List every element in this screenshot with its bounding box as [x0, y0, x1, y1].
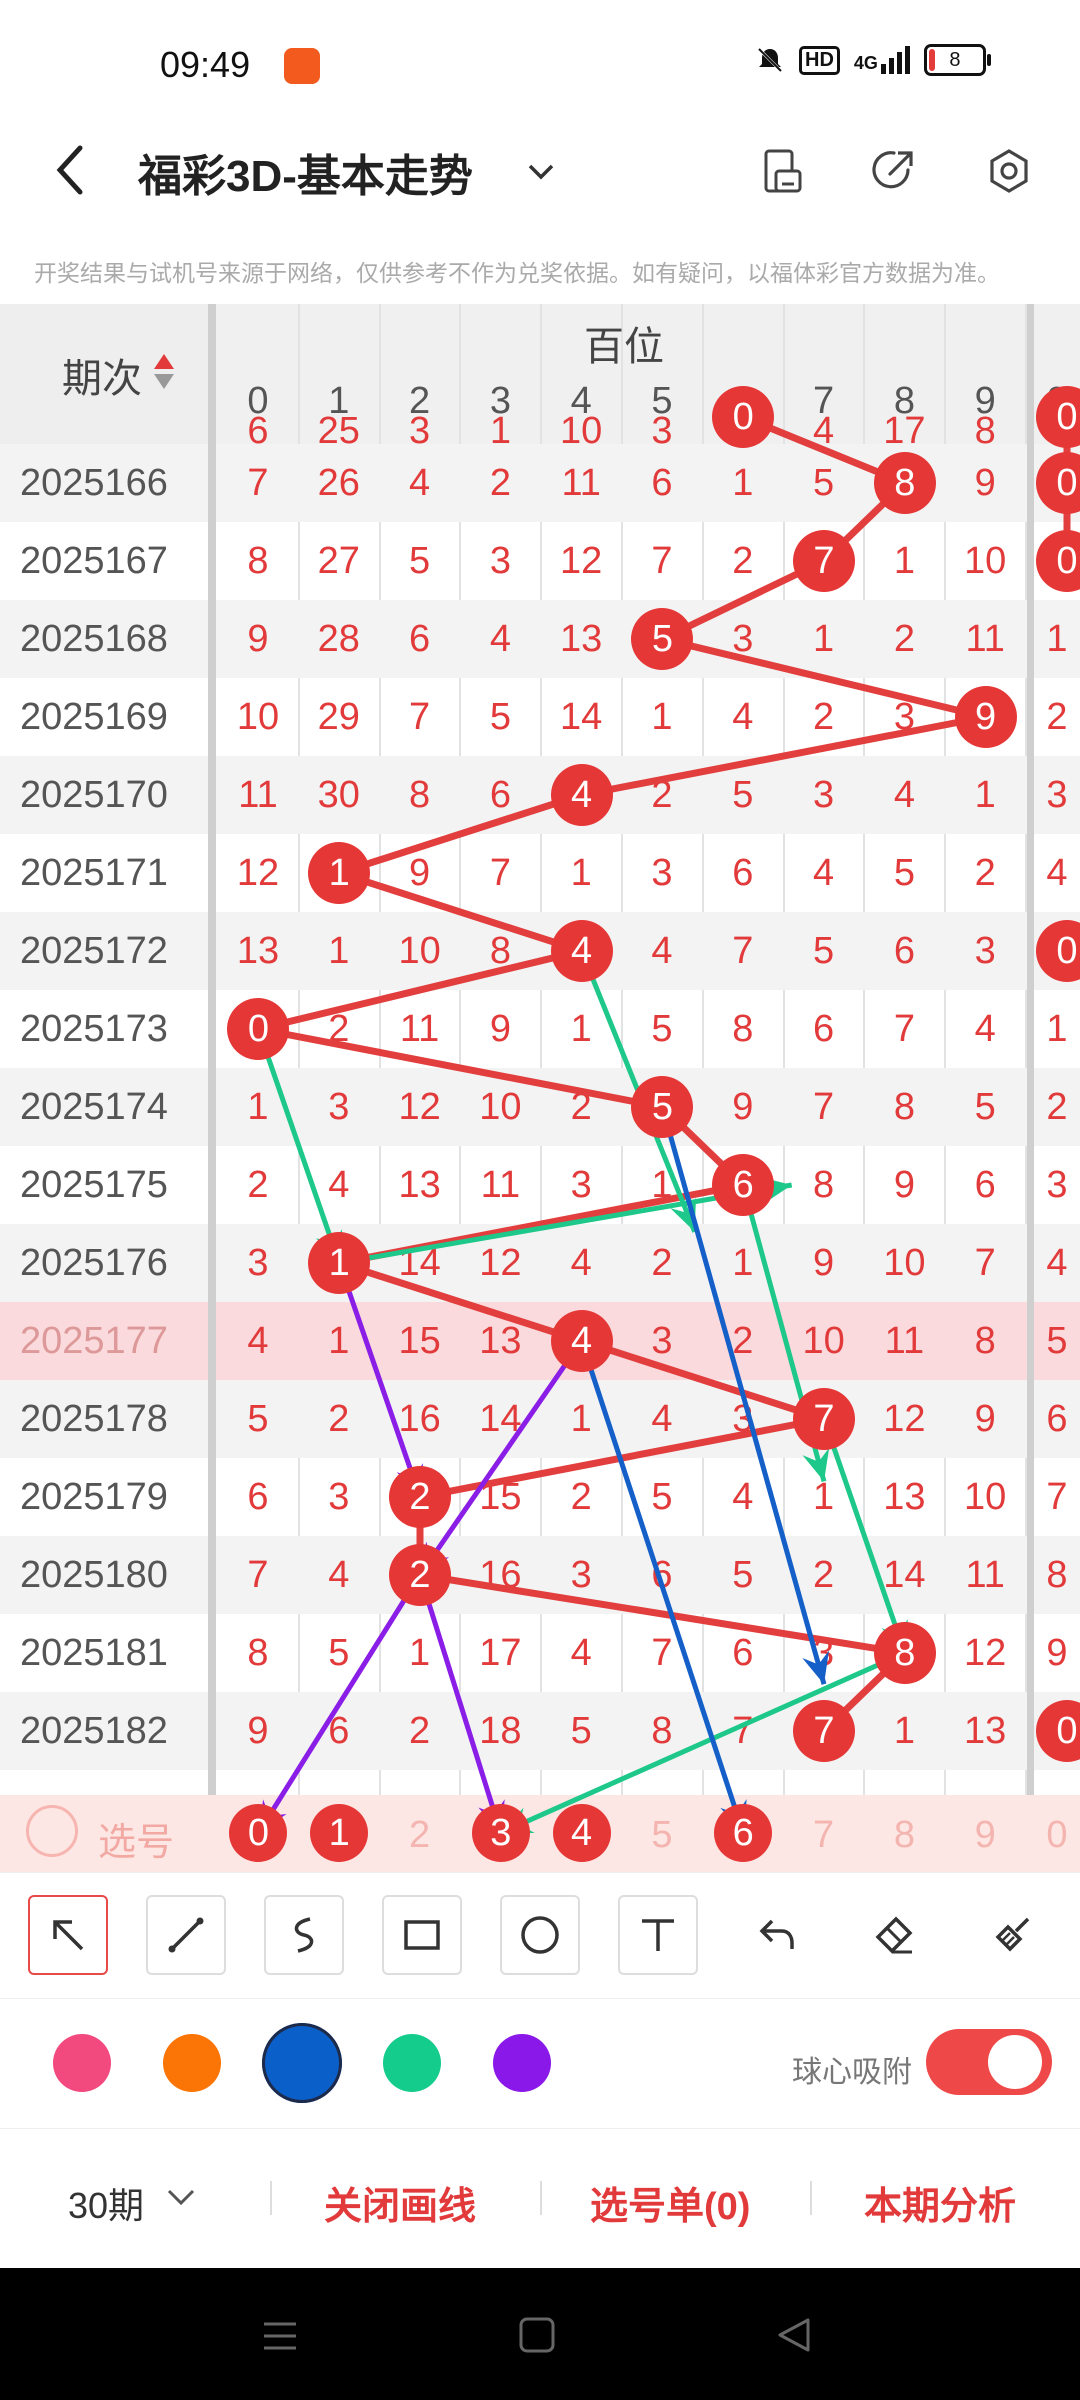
battery-icon: 8: [923, 44, 991, 76]
color-palette-bar: 球心吸附: [0, 1998, 1080, 2129]
eraser-button[interactable]: [854, 1895, 934, 1975]
back-arrow-icon[interactable]: [50, 140, 90, 200]
winning-ball: 2: [389, 1466, 451, 1528]
mute-bell-icon: [757, 47, 783, 73]
winning-ball: 6: [712, 1154, 775, 1216]
winning-ball: 4: [550, 920, 613, 982]
back-triangle-icon[interactable]: [774, 2316, 812, 2354]
disclaimer-text: 开奖结果与试机号来源于网络，仅供参考不作为兑奖依据。如有疑问，以福体彩官方数据为…: [34, 260, 1000, 286]
trend-polyline: [257, 413, 987, 1734]
rectangle-tool[interactable]: [382, 1895, 462, 1975]
winning-ball: 5: [631, 608, 694, 670]
divider: [270, 2181, 272, 2215]
winning-ball: 0: [712, 386, 775, 448]
winning-ball: 2: [389, 1544, 451, 1606]
curve-icon: [294, 1917, 314, 1953]
drawn-arrow[interactable]: [336, 1262, 423, 1498]
drawn-arrow[interactable]: [417, 1574, 505, 1834]
broom-icon: [995, 1917, 1030, 1952]
hd-icon: HD: [799, 45, 840, 75]
pointer-tool[interactable]: [28, 1895, 108, 1975]
drawn-arrow[interactable]: [256, 1573, 423, 1835]
period-analysis-button[interactable]: 本期分析: [864, 2175, 1016, 2230]
text-icon: [642, 1919, 674, 1951]
network-type: 4G: [853, 53, 878, 73]
text-tool[interactable]: [618, 1895, 698, 1975]
share-icon[interactable]: [870, 148, 916, 194]
line-icon: [168, 1917, 204, 1953]
menu-icon[interactable]: [262, 2318, 298, 2354]
winning-ball: 5: [631, 1076, 694, 1138]
chevron-down-icon[interactable]: [526, 156, 556, 186]
winning-ball: 8: [873, 1622, 936, 1684]
curve-tool[interactable]: [264, 1895, 344, 1975]
winning-ball: 7: [793, 530, 855, 592]
signal-icon: 4G: [854, 46, 910, 74]
pick-list-button[interactable]: 选号单(0): [590, 2175, 750, 2230]
close-lines-button[interactable]: 关闭画线: [324, 2175, 476, 2230]
trend-table: 6253110304178202516672642116159202516782…: [0, 304, 1080, 1872]
divider: [810, 2181, 812, 2215]
circle-icon: [521, 1916, 559, 1954]
undo-icon: [759, 1919, 794, 1949]
status-time: 09:49: [160, 44, 251, 85]
undo-button[interactable]: [736, 1895, 816, 1975]
pointer-arrow-icon: [53, 1920, 84, 1951]
winning-ball: 4: [550, 764, 613, 826]
eraser-icon: [875, 1916, 913, 1954]
drawing-toolbar: [0, 1872, 1080, 1999]
selected-number-ball[interactable]: 6: [714, 1804, 773, 1862]
settings-hexagon-icon[interactable]: [986, 148, 1032, 194]
color-swatch[interactable]: [493, 2034, 551, 2092]
color-swatch[interactable]: [163, 2034, 221, 2092]
period-count-selector[interactable]: 30期: [68, 2177, 144, 2229]
winning-ball: 9: [954, 686, 1017, 748]
app-notification-icon: [284, 48, 320, 84]
drawn-arrow[interactable]: [256, 1028, 343, 1264]
winning-ball: 4: [550, 1310, 613, 1372]
chevron-down-icon[interactable]: [166, 2185, 196, 2209]
selected-number-ball[interactable]: 4: [552, 1804, 611, 1862]
toggle-knob: [988, 2035, 1042, 2089]
snap-to-ball-toggle[interactable]: [926, 2029, 1052, 2095]
drawn-arrow[interactable]: [417, 1339, 584, 1577]
clear-all-button[interactable]: [972, 1895, 1052, 1975]
winning-ball: 0: [227, 998, 290, 1060]
system-navigation-bar: [0, 2268, 1080, 2400]
selected-number-ball[interactable]: 1: [310, 1804, 369, 1862]
home-icon[interactable]: [518, 2316, 556, 2354]
color-swatch[interactable]: [53, 2034, 111, 2092]
bottom-action-bar: 30期 关闭画线 选号单(0) 本期分析: [0, 2128, 1080, 2269]
selected-number-ball[interactable]: 3: [471, 1804, 530, 1862]
circle-tool[interactable]: [500, 1895, 580, 1975]
winning-ball: 1: [308, 842, 371, 904]
winning-ball: 7: [793, 1388, 855, 1450]
winning-ball: 8: [873, 452, 936, 514]
drawn-arrow[interactable]: [821, 1418, 908, 1654]
winning-ball: 7: [793, 1700, 855, 1762]
status-icons: HD 4G 8: [755, 44, 991, 76]
color-swatch[interactable]: [262, 2023, 342, 2103]
rectangle-icon: [404, 1920, 440, 1950]
winning-ball: 1: [308, 1232, 371, 1294]
divider: [540, 2181, 542, 2215]
selected-number-ball[interactable]: 0: [229, 1804, 288, 1862]
page-title: 福彩3D-基本走势: [138, 152, 473, 201]
snap-to-ball-label: 球心吸附: [792, 2056, 912, 2089]
device-layout-icon[interactable]: [760, 148, 806, 194]
line-tool[interactable]: [146, 1895, 226, 1975]
battery-level: 8: [949, 49, 961, 71]
color-swatch[interactable]: [383, 2034, 441, 2092]
